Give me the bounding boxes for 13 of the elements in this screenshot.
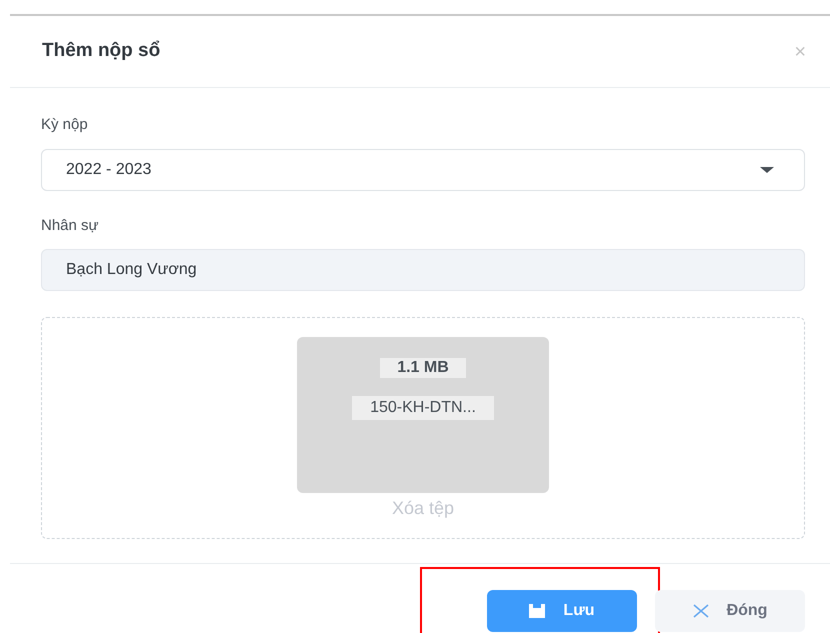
dialog-title: Thêm nộp sổ: [42, 39, 160, 64]
period-select[interactable]: 2022 - 2023: [41, 148, 805, 190]
field-label: Nhân sự: [41, 216, 100, 236]
file-size: 1.1 MB: [380, 358, 466, 378]
staff-field[interactable]: Bạch Long Vương: [41, 249, 805, 291]
file-name: 150-KH-DTN...: [352, 396, 494, 420]
field-label: Kỳ nộp: [41, 115, 89, 135]
save-icon: [529, 604, 546, 618]
close-button[interactable]: Đóng: [655, 590, 805, 632]
save-button[interactable]: Lưu: [487, 590, 637, 632]
caret-icon: [760, 166, 774, 172]
close-icon: [692, 604, 709, 618]
upload-dropzone[interactable]: 1.1 MB 150-KH-DTN... Xóa tệp: [41, 317, 805, 539]
